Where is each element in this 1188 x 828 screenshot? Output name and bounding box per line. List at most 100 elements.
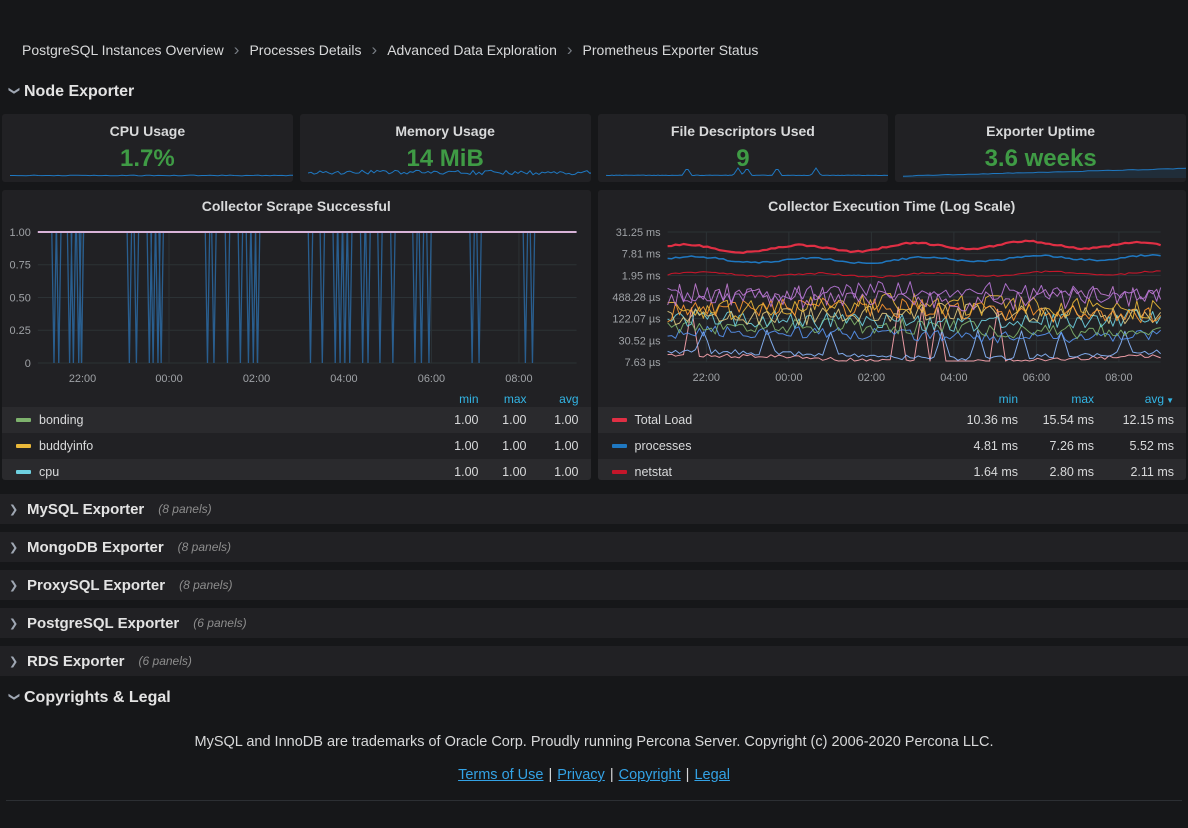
legend-avg-value: 1.00 xyxy=(527,439,579,453)
panel-collector-execution-time: Collector Execution Time (Log Scale) 31.… xyxy=(598,190,1187,480)
legal-links: Terms of Use|Privacy|Copyright|Legal xyxy=(0,767,1188,783)
section-panel-count: (8 panels) xyxy=(158,502,211,516)
section-panel-count: (6 panels) xyxy=(139,654,192,668)
legend-max-value: 2.80 ms xyxy=(1018,465,1094,479)
section-row-title: PostgreSQL Exporter xyxy=(27,615,179,632)
copyright-text: MySQL and InnoDB are trademarks of Oracl… xyxy=(0,734,1188,750)
sort-desc-icon: ▼ xyxy=(1166,396,1174,405)
legend-series-name[interactable]: bonding xyxy=(39,413,84,427)
stat-panel-title[interactable]: CPU Usage xyxy=(2,114,293,139)
legend-avg-value: 2.11 ms xyxy=(1094,465,1174,479)
section-row-title: MongoDB Exporter xyxy=(27,539,164,556)
legal-link-copyright[interactable]: Copyright xyxy=(619,767,681,783)
stat-value: 9 xyxy=(598,145,889,173)
y-axis-tick: 488.28 µs xyxy=(612,292,661,304)
legal-link-terms-of-use[interactable]: Terms of Use xyxy=(458,767,543,783)
chevron-right-icon: ❯ xyxy=(9,541,25,554)
legend-column-max[interactable]: max xyxy=(1018,392,1094,406)
stat-panel-title[interactable]: Exporter Uptime xyxy=(895,114,1186,139)
legend-min-value: 1.00 xyxy=(425,465,479,479)
legend-series: cpu xyxy=(16,465,425,479)
stat-value: 14 MiB xyxy=(300,145,591,173)
x-axis-tick: 06:00 xyxy=(1022,372,1049,384)
section-header-copyrights-legal[interactable]: ❯ Copyrights & Legal xyxy=(8,689,1188,707)
panel-collector-scrape-successful: Collector Scrape Successful 1.000.750.50… xyxy=(2,190,591,480)
legend-row-buddyinfo: buddyinfo1.001.001.00 xyxy=(2,433,591,459)
section-row-title: MySQL Exporter xyxy=(27,501,144,518)
y-axis-tick: 0 xyxy=(25,358,31,370)
legend-column-avg[interactable]: avg▼ xyxy=(1094,392,1174,406)
y-axis-tick: 1.95 ms xyxy=(621,270,660,282)
section-header-node-exporter[interactable]: ❯ Node Exporter xyxy=(8,83,1188,101)
legend-min-value: 1.00 xyxy=(425,439,479,453)
execution-time-chart: 31.25 ms7.81 ms1.95 ms488.28 µs122.07 µs… xyxy=(598,216,1187,390)
panel-title[interactable]: Collector Scrape Successful xyxy=(2,190,591,216)
legend-row-processes: processes4.81 ms7.26 ms5.52 ms xyxy=(598,433,1187,459)
breadcrumb: PostgreSQL Instances Overview › Processes … xyxy=(0,0,1188,58)
x-axis-tick: 04:00 xyxy=(940,372,967,384)
y-axis-tick: 7.63 µs xyxy=(624,357,661,369)
legend-series: buddyinfo xyxy=(16,439,425,453)
legend-series-name[interactable]: netstat xyxy=(635,465,673,479)
breadcrumb-item-processes-details[interactable]: Processes Details xyxy=(249,42,361,58)
section-row-proxysql-exporter[interactable]: ❯ProxySQL Exporter(8 panels) xyxy=(0,570,1188,600)
breadcrumb-item-advanced-data-exploration[interactable]: Advanced Data Exploration xyxy=(387,42,557,58)
legend-series-name[interactable]: cpu xyxy=(39,465,59,479)
legend-avg-value: 1.00 xyxy=(527,465,579,479)
dashboard-page: PostgreSQL Instances Overview › Processes … xyxy=(0,0,1188,828)
breadcrumb-item-prometheus-exporter-status[interactable]: Prometheus Exporter Status xyxy=(583,42,759,58)
section-row-mysql-exporter[interactable]: ❯MySQL Exporter(8 panels) xyxy=(0,494,1188,524)
breadcrumb-item-postgresql-instances-overview[interactable]: PostgreSQL Instances Overview xyxy=(22,42,224,58)
scrape-legend: minmaxavgbonding1.001.001.00buddyinfo1.0… xyxy=(2,390,591,480)
series-color-swatch xyxy=(612,470,627,474)
legend-row-total-load: Total Load10.36 ms15.54 ms12.15 ms xyxy=(598,407,1187,433)
legend-max-value: 1.00 xyxy=(479,439,527,453)
legend-column-min[interactable]: min xyxy=(932,392,1018,406)
legend-max-value: 1.00 xyxy=(479,413,527,427)
legend-series-name[interactable]: Total Load xyxy=(635,413,693,427)
legend-row-bonding: bonding1.001.001.00 xyxy=(2,407,591,433)
series-color-swatch xyxy=(16,470,31,474)
breadcrumb-separator-icon: › xyxy=(567,43,573,57)
legend-row-cpu: cpu1.001.001.00 xyxy=(2,459,591,480)
legend-min-value: 10.36 ms xyxy=(932,413,1018,427)
legend-avg-value: 5.52 ms xyxy=(1094,439,1174,453)
section-row-mongodb-exporter[interactable]: ❯MongoDB Exporter(8 panels) xyxy=(0,532,1188,562)
legend-header-row: minmaxavg▼ xyxy=(598,390,1187,407)
section-row-postgresql-exporter[interactable]: ❯PostgreSQL Exporter(6 panels) xyxy=(0,608,1188,638)
legend-avg-value: 12.15 ms xyxy=(1094,413,1174,427)
legend-series: processes xyxy=(612,439,933,453)
legal-link-privacy[interactable]: Privacy xyxy=(557,767,605,783)
stat-panel-title[interactable]: Memory Usage xyxy=(300,114,591,139)
section-row-title: ProxySQL Exporter xyxy=(27,577,165,594)
stat-panel-file-descriptors-used: File Descriptors Used 9 xyxy=(598,114,889,182)
legend-column-avg[interactable]: avg xyxy=(527,392,579,406)
legend-series-name[interactable]: buddyinfo xyxy=(39,439,93,453)
panel-title[interactable]: Collector Execution Time (Log Scale) xyxy=(598,190,1187,216)
legend-series: bonding xyxy=(16,413,425,427)
scrape-successful-chart: 1.000.750.500.25022:0000:0002:0004:0006:… xyxy=(2,216,591,390)
link-separator: | xyxy=(610,767,614,783)
series-color-swatch xyxy=(16,418,31,422)
y-axis-tick: 7.81 ms xyxy=(621,249,660,261)
legend-series: Total Load xyxy=(612,413,933,427)
legend-max-value: 7.26 ms xyxy=(1018,439,1094,453)
x-axis-tick: 22:00 xyxy=(692,372,719,384)
series-color-swatch xyxy=(612,418,627,422)
legend-series-name[interactable]: processes xyxy=(635,439,692,453)
legend-series: netstat xyxy=(612,465,933,479)
breadcrumb-separator-icon: › xyxy=(372,43,378,57)
chevron-right-icon: ❯ xyxy=(9,655,25,668)
y-axis-tick: 31.25 ms xyxy=(615,227,660,239)
link-separator: | xyxy=(548,767,552,783)
stat-panel-exporter-uptime: Exporter Uptime 3.6 weeks xyxy=(895,114,1186,182)
legal-link-legal[interactable]: Legal xyxy=(694,767,729,783)
legend-column-min[interactable]: min xyxy=(425,392,479,406)
stat-panel-title[interactable]: File Descriptors Used xyxy=(598,114,889,139)
stat-value: 3.6 weeks xyxy=(895,145,1186,173)
x-axis-tick: 00:00 xyxy=(775,372,802,384)
legend-column-max[interactable]: max xyxy=(479,392,527,406)
section-row-rds-exporter[interactable]: ❯RDS Exporter(6 panels) xyxy=(0,646,1188,676)
legend-max-value: 1.00 xyxy=(479,465,527,479)
y-axis-tick: 0.75 xyxy=(10,260,31,272)
